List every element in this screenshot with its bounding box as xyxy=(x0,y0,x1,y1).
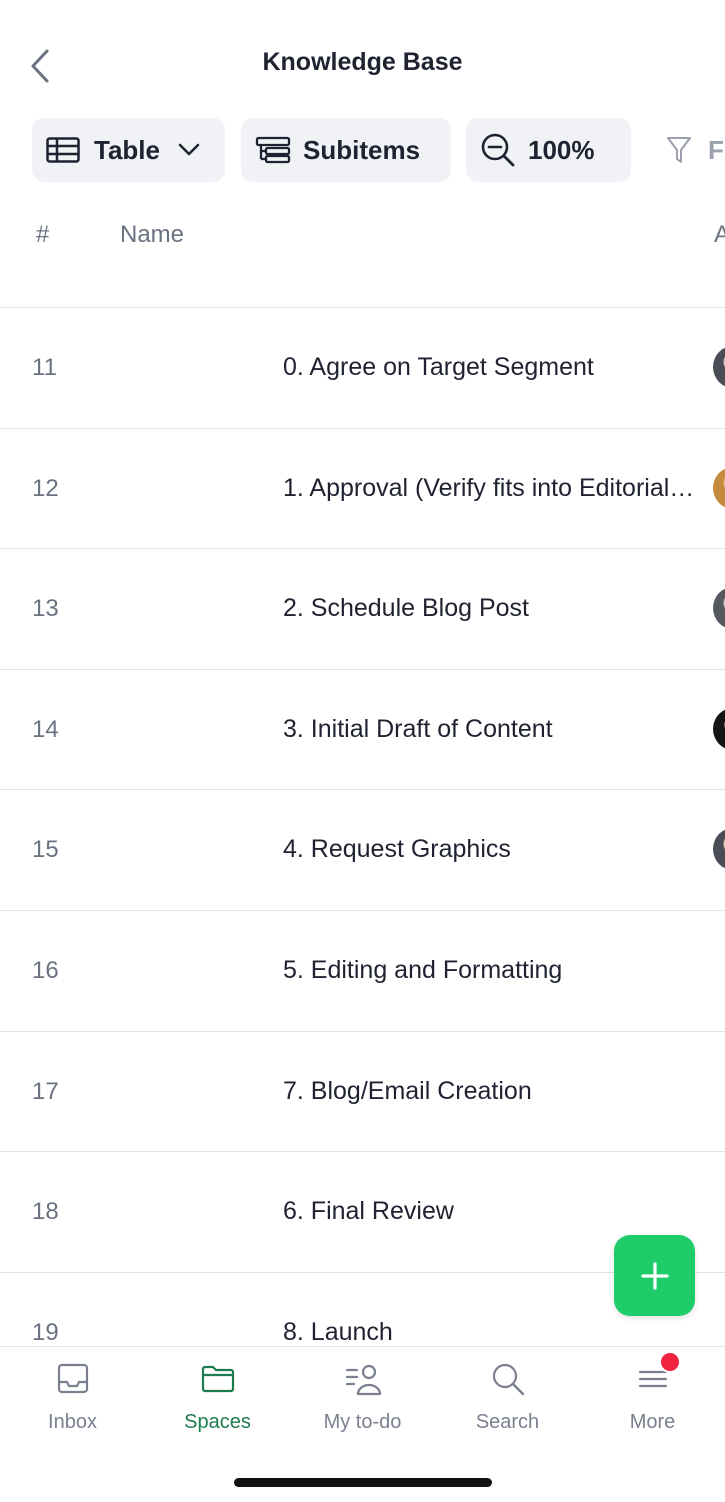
row-number: 15 xyxy=(32,836,59,864)
header: Knowledge Base xyxy=(0,0,725,110)
view-selector-label: Table xyxy=(94,134,160,165)
folder-icon xyxy=(201,1365,234,1393)
table-body: 11 0. Agree on Target Segment 12 1. Appr… xyxy=(0,307,725,1347)
tab-search[interactable]: Search xyxy=(435,1347,580,1447)
item-name[interactable]: 1. Approval (Verify fits into Editorial … xyxy=(283,474,701,503)
item-name[interactable]: 5. Editing and Formatting xyxy=(283,956,701,985)
item-name[interactable]: 8. Launch xyxy=(283,1318,701,1347)
item-name[interactable]: 3. Initial Draft of Content xyxy=(283,715,701,744)
table-row[interactable]: 14 3. Initial Draft of Content xyxy=(0,670,725,791)
table-row[interactable]: 17 7. Blog/Email Creation xyxy=(0,1032,725,1153)
column-header-name[interactable]: Name xyxy=(120,221,184,249)
filter-icon xyxy=(667,137,691,163)
tab-more[interactable]: More xyxy=(580,1347,725,1447)
subitems-button[interactable]: Subitems xyxy=(241,118,451,182)
row-number: 17 xyxy=(32,1077,59,1105)
avatar[interactable] xyxy=(713,587,725,630)
table-header: # Name A xyxy=(0,205,725,265)
tab-my-todo-label: My to-do xyxy=(323,1411,402,1433)
subitems-label: Subitems xyxy=(303,134,421,165)
zoom-level-label: 100% xyxy=(528,134,595,165)
item-name[interactable]: 7. Blog/Email Creation xyxy=(283,1077,701,1106)
column-header-assignee[interactable]: A xyxy=(714,221,725,249)
notification-badge xyxy=(659,1351,681,1373)
avatar[interactable] xyxy=(713,466,725,509)
tab-more-label: More xyxy=(629,1411,676,1433)
tab-spaces[interactable]: Spaces xyxy=(145,1347,290,1447)
filter-label: F xyxy=(708,134,724,165)
row-number: 11 xyxy=(32,354,57,381)
table-row[interactable]: 15 4. Request Graphics xyxy=(0,790,725,911)
chevron-down-icon xyxy=(178,143,200,156)
tab-inbox-label: Inbox xyxy=(48,1411,97,1433)
table-row[interactable]: 13 2. Schedule Blog Post xyxy=(0,549,725,670)
column-header-number[interactable]: # xyxy=(36,221,49,249)
search-icon xyxy=(492,1363,524,1396)
tab-inbox[interactable]: Inbox xyxy=(0,1347,145,1447)
add-item-button[interactable] xyxy=(614,1235,695,1316)
table-row[interactable]: 16 5. Editing and Formatting xyxy=(0,911,725,1032)
subitems-icon xyxy=(255,136,291,164)
row-number: 14 xyxy=(32,715,59,743)
avatar[interactable] xyxy=(713,707,725,750)
row-number: 19 xyxy=(32,1318,59,1346)
table-icon xyxy=(46,137,80,163)
row-number: 16 xyxy=(32,956,59,984)
zoom-out-icon xyxy=(481,133,515,167)
my-todo-icon xyxy=(345,1364,381,1396)
row-number: 12 xyxy=(32,474,59,502)
plus-icon xyxy=(640,1261,669,1290)
toolbar: Table Subitems 100% F xyxy=(0,118,725,182)
avatar[interactable] xyxy=(713,828,725,871)
item-name[interactable]: 0. Agree on Target Segment xyxy=(283,353,701,382)
tab-spaces-label: Spaces xyxy=(184,1411,251,1433)
table-row[interactable]: 12 1. Approval (Verify fits into Editori… xyxy=(0,429,725,550)
row-number: 18 xyxy=(32,1198,59,1226)
row-number: 13 xyxy=(32,595,59,623)
filter-button[interactable]: F xyxy=(648,118,725,182)
inbox-icon xyxy=(57,1363,88,1394)
home-indicator xyxy=(234,1478,492,1487)
item-name[interactable]: 2. Schedule Blog Post xyxy=(283,594,701,623)
tab-my-todo[interactable]: My to-do xyxy=(290,1347,435,1447)
item-name[interactable]: 6. Final Review xyxy=(283,1197,701,1226)
table-row[interactable]: 11 0. Agree on Target Segment xyxy=(0,308,725,429)
view-selector-button[interactable]: Table xyxy=(32,118,225,182)
avatar[interactable] xyxy=(713,346,725,388)
page-title: Knowledge Base xyxy=(262,48,463,76)
tab-search-label: Search xyxy=(475,1411,540,1433)
zoom-button[interactable]: 100% xyxy=(466,118,631,182)
item-name[interactable]: 4. Request Graphics xyxy=(283,835,701,864)
